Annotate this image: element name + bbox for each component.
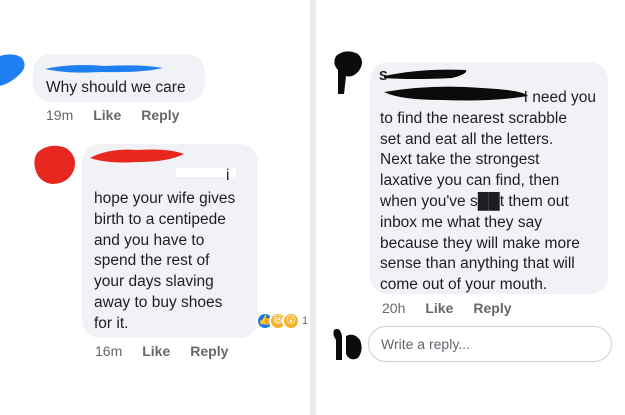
comment-line: sense than anything that will	[380, 255, 575, 273]
comment-line: birth to a centipede	[94, 210, 226, 228]
comment-line: for it.	[94, 314, 129, 332]
name-redaction-blue	[45, 65, 163, 73]
reaction-summary[interactable]: 👍 😆 😮 1	[256, 312, 308, 330]
reply-placeholder: Write a reply...	[381, 336, 470, 352]
comment-bubble: i hope your wife gives birth to a centip…	[82, 144, 258, 338]
comment-bubble: S I need you to find the nearest scrabbl…	[370, 62, 608, 294]
comment-line: inbox me what they say	[380, 213, 542, 231]
wow-icon: 😮	[282, 312, 300, 330]
comment-line: come out of your mouth.	[380, 276, 548, 294]
comment-line: to find the nearest scrabble	[380, 109, 567, 127]
like-button[interactable]: Like	[93, 107, 121, 123]
avatar-scribble-red	[34, 145, 75, 184]
comment-actions: 19m Like Reply	[46, 107, 179, 123]
comment-bubble: Why should we care	[33, 54, 205, 102]
reply-input[interactable]: Write a reply...	[368, 326, 612, 362]
comment-timestamp: 16m	[95, 343, 123, 359]
name-fragment: i	[226, 167, 230, 184]
reaction-count: 1	[302, 315, 309, 327]
reply-button[interactable]: Reply	[190, 343, 228, 359]
comment-line: and you have to	[94, 231, 205, 249]
comment-text: I need you to find the nearest scrabble …	[380, 88, 602, 296]
comment-text: hope your wife gives birth to a centiped…	[94, 189, 235, 335]
name-redaction-red	[90, 149, 184, 163]
comment-line: because they will make more	[380, 234, 580, 252]
comment-text: Why should we care	[46, 79, 186, 96]
comment-actions: 20h Like Reply	[382, 300, 512, 316]
comment-line: spend the rest of	[94, 252, 210, 270]
comment-line: Next take the strongest	[380, 151, 540, 169]
like-button[interactable]: Like	[425, 300, 453, 316]
comment-line: when you've s██t them out	[380, 192, 569, 210]
comment-timestamp: 19m	[46, 107, 74, 123]
reply-button[interactable]: Reply	[473, 300, 511, 316]
avatar-scribble-blue	[0, 54, 25, 86]
reply-button[interactable]: Reply	[141, 107, 179, 123]
avatar-scribble-black	[334, 51, 362, 94]
comment-line: away to buy shoes	[94, 293, 223, 311]
comment-line: your days slaving	[94, 273, 214, 291]
comment-line: laxative you can find, then	[380, 172, 560, 190]
avatar-scribble-black-small	[333, 328, 362, 360]
left-screenshot: Why should we care 19m Like Reply i hope…	[0, 0, 310, 415]
comment-line: I need you	[523, 89, 596, 106]
comment-actions: 16m Like Reply	[95, 343, 228, 359]
comment-line: hope your wife gives	[94, 190, 236, 207]
like-button[interactable]: Like	[142, 343, 170, 359]
comment-line: set and eat all the letters.	[380, 130, 554, 148]
comment-timestamp: 20h	[382, 300, 406, 316]
